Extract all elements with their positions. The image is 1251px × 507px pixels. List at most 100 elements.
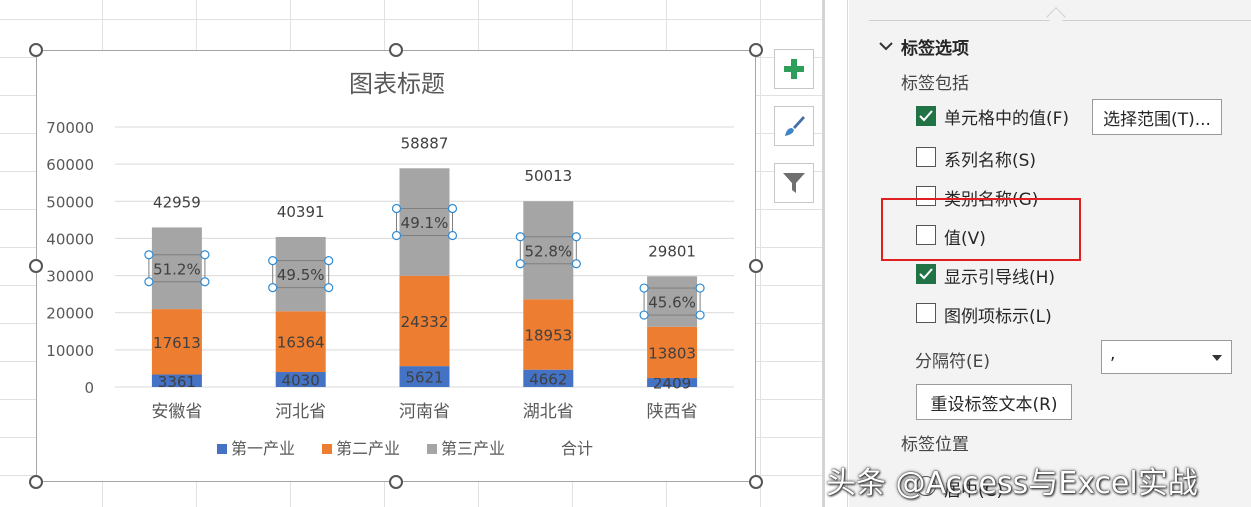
panel-margin (825, 0, 848, 507)
y-tick-label[interactable]: 10000 (46, 342, 94, 360)
select-range-button[interactable]: 选择范围(T)... (1092, 99, 1222, 135)
resize-handle-bottom-left[interactable] (29, 475, 43, 489)
data-label[interactable]: 4662 (529, 370, 567, 388)
data-label[interactable]: 24332 (401, 313, 449, 331)
label-handle[interactable] (268, 256, 278, 266)
label-handle[interactable] (200, 250, 210, 260)
stacked-bar-chart[interactable]: 图表标题 0 10000 20000 30000 40000 50000 60000 70000… (37, 51, 757, 483)
resize-handle-top-right[interactable] (749, 43, 763, 57)
data-label[interactable]: 3361 (158, 373, 196, 391)
filter-icon (783, 173, 805, 193)
x-tick-label[interactable]: 安徽省 (151, 402, 202, 422)
legend-swatch[interactable] (322, 444, 332, 454)
dropdown-arrow-icon (1212, 355, 1222, 361)
data-label[interactable]: 5621 (405, 369, 443, 387)
y-tick-label[interactable]: 70000 (46, 119, 94, 137)
chart-elements-button[interactable] (774, 49, 814, 89)
label-handle[interactable] (515, 259, 525, 269)
resize-handle-bottom-right[interactable] (749, 475, 763, 489)
share-label[interactable]: 51.2% (153, 260, 201, 278)
y-tick-label[interactable]: 50000 (46, 193, 94, 211)
legend-label[interactable]: 第一产业 (231, 439, 295, 458)
legend-swatch[interactable] (427, 444, 437, 454)
checkbox-leader-lines[interactable] (916, 264, 936, 284)
section-title-label-options[interactable]: 标签选项 (901, 34, 969, 59)
share-label[interactable]: 49.1% (401, 214, 449, 232)
label-handle[interactable] (324, 283, 334, 293)
option-label: 显示引导线(H) (944, 268, 1056, 288)
option-label: 单元格中的值(F) (944, 109, 1070, 129)
label-handle[interactable] (695, 283, 705, 293)
y-tick-label[interactable]: 60000 (46, 156, 94, 174)
label-handle[interactable] (515, 232, 525, 242)
data-label[interactable]: 18953 (524, 326, 572, 344)
share-label[interactable]: 49.5% (277, 266, 325, 284)
resize-handle-top[interactable] (389, 43, 403, 57)
chart-area[interactable]: 图表标题 0 10000 20000 30000 40000 50000 60000 70000… (36, 50, 756, 482)
legend-label[interactable]: 第二产业 (336, 439, 400, 458)
data-label[interactable]: 4030 (282, 372, 320, 390)
total-label[interactable]: 50013 (524, 167, 572, 185)
label-handle[interactable] (639, 283, 649, 293)
label-handle[interactable] (200, 277, 210, 287)
option-label: 图例项标示(L) (944, 307, 1052, 327)
resize-handle-top-left[interactable] (29, 43, 43, 57)
label-handle[interactable] (324, 256, 334, 266)
chevron-down-icon[interactable] (879, 40, 893, 52)
legend-label[interactable]: 合计 (561, 439, 593, 458)
check-icon (919, 268, 933, 280)
chart-title[interactable]: 图表标题 (349, 70, 445, 98)
checkbox-cell-values[interactable] (916, 106, 936, 126)
total-label[interactable]: 42959 (153, 193, 201, 211)
label-handle[interactable] (144, 250, 154, 260)
label-handle[interactable] (695, 310, 705, 320)
x-tick-label[interactable]: 河北省 (275, 402, 326, 422)
reset-label-text-button[interactable]: 重设标签文本(R) (916, 384, 1072, 420)
legend-label[interactable]: 第三产业 (441, 439, 505, 458)
checkbox-series-name[interactable] (916, 147, 936, 167)
resize-handle-left[interactable] (29, 259, 43, 273)
label-contains-heading: 标签包括 (901, 74, 969, 94)
resize-handle-bottom[interactable] (389, 475, 403, 489)
label-handle[interactable] (144, 277, 154, 287)
y-tick-label[interactable]: 30000 (46, 268, 94, 286)
label-handle[interactable] (571, 232, 581, 242)
label-handle[interactable] (447, 203, 458, 214)
legend-swatch[interactable] (217, 444, 227, 454)
label-handle[interactable] (391, 230, 402, 241)
x-tick-label[interactable]: 陕西省 (647, 402, 698, 422)
total-label[interactable]: 29801 (648, 242, 696, 260)
y-tick-label[interactable]: 40000 (46, 230, 94, 248)
share-label[interactable]: 52.8% (524, 242, 572, 260)
y-tick-label[interactable]: 20000 (46, 305, 94, 323)
data-label[interactable]: 17613 (153, 334, 201, 352)
separator-label: 分隔符(E) (915, 352, 991, 372)
total-label[interactable]: 58887 (401, 134, 449, 152)
x-tick-label[interactable]: 河南省 (399, 402, 450, 422)
label-handle[interactable] (639, 310, 649, 320)
grid-column-line (760, 0, 761, 507)
check-icon (919, 110, 933, 122)
data-label[interactable]: 13803 (648, 344, 696, 362)
resize-handle-right[interactable] (749, 259, 763, 273)
data-label[interactable]: 16364 (277, 334, 325, 352)
separator-value: , (1110, 344, 1116, 364)
highlight-box (881, 198, 1081, 261)
tab-pointer (1046, 7, 1066, 27)
label-handle[interactable] (268, 283, 278, 293)
total-label[interactable]: 40391 (277, 203, 325, 221)
option-label: 系列名称(S) (944, 151, 1037, 171)
separator-dropdown[interactable]: , (1101, 340, 1232, 374)
label-position-heading: 标签位置 (901, 435, 969, 455)
label-handle[interactable] (391, 203, 402, 214)
x-tick-label[interactable]: 湖北省 (523, 402, 574, 422)
label-handle[interactable] (571, 259, 581, 269)
share-label[interactable]: 45.6% (648, 294, 696, 312)
label-handle[interactable] (447, 230, 458, 241)
checkbox-legend-key[interactable] (916, 303, 936, 323)
brush-icon (785, 116, 805, 136)
y-tick-label[interactable]: 0 (84, 379, 94, 397)
chart-filters-button[interactable] (774, 163, 814, 203)
watermark-text: 头条 @Access与Excel实战 (826, 466, 1198, 501)
chart-styles-button[interactable] (774, 106, 814, 146)
